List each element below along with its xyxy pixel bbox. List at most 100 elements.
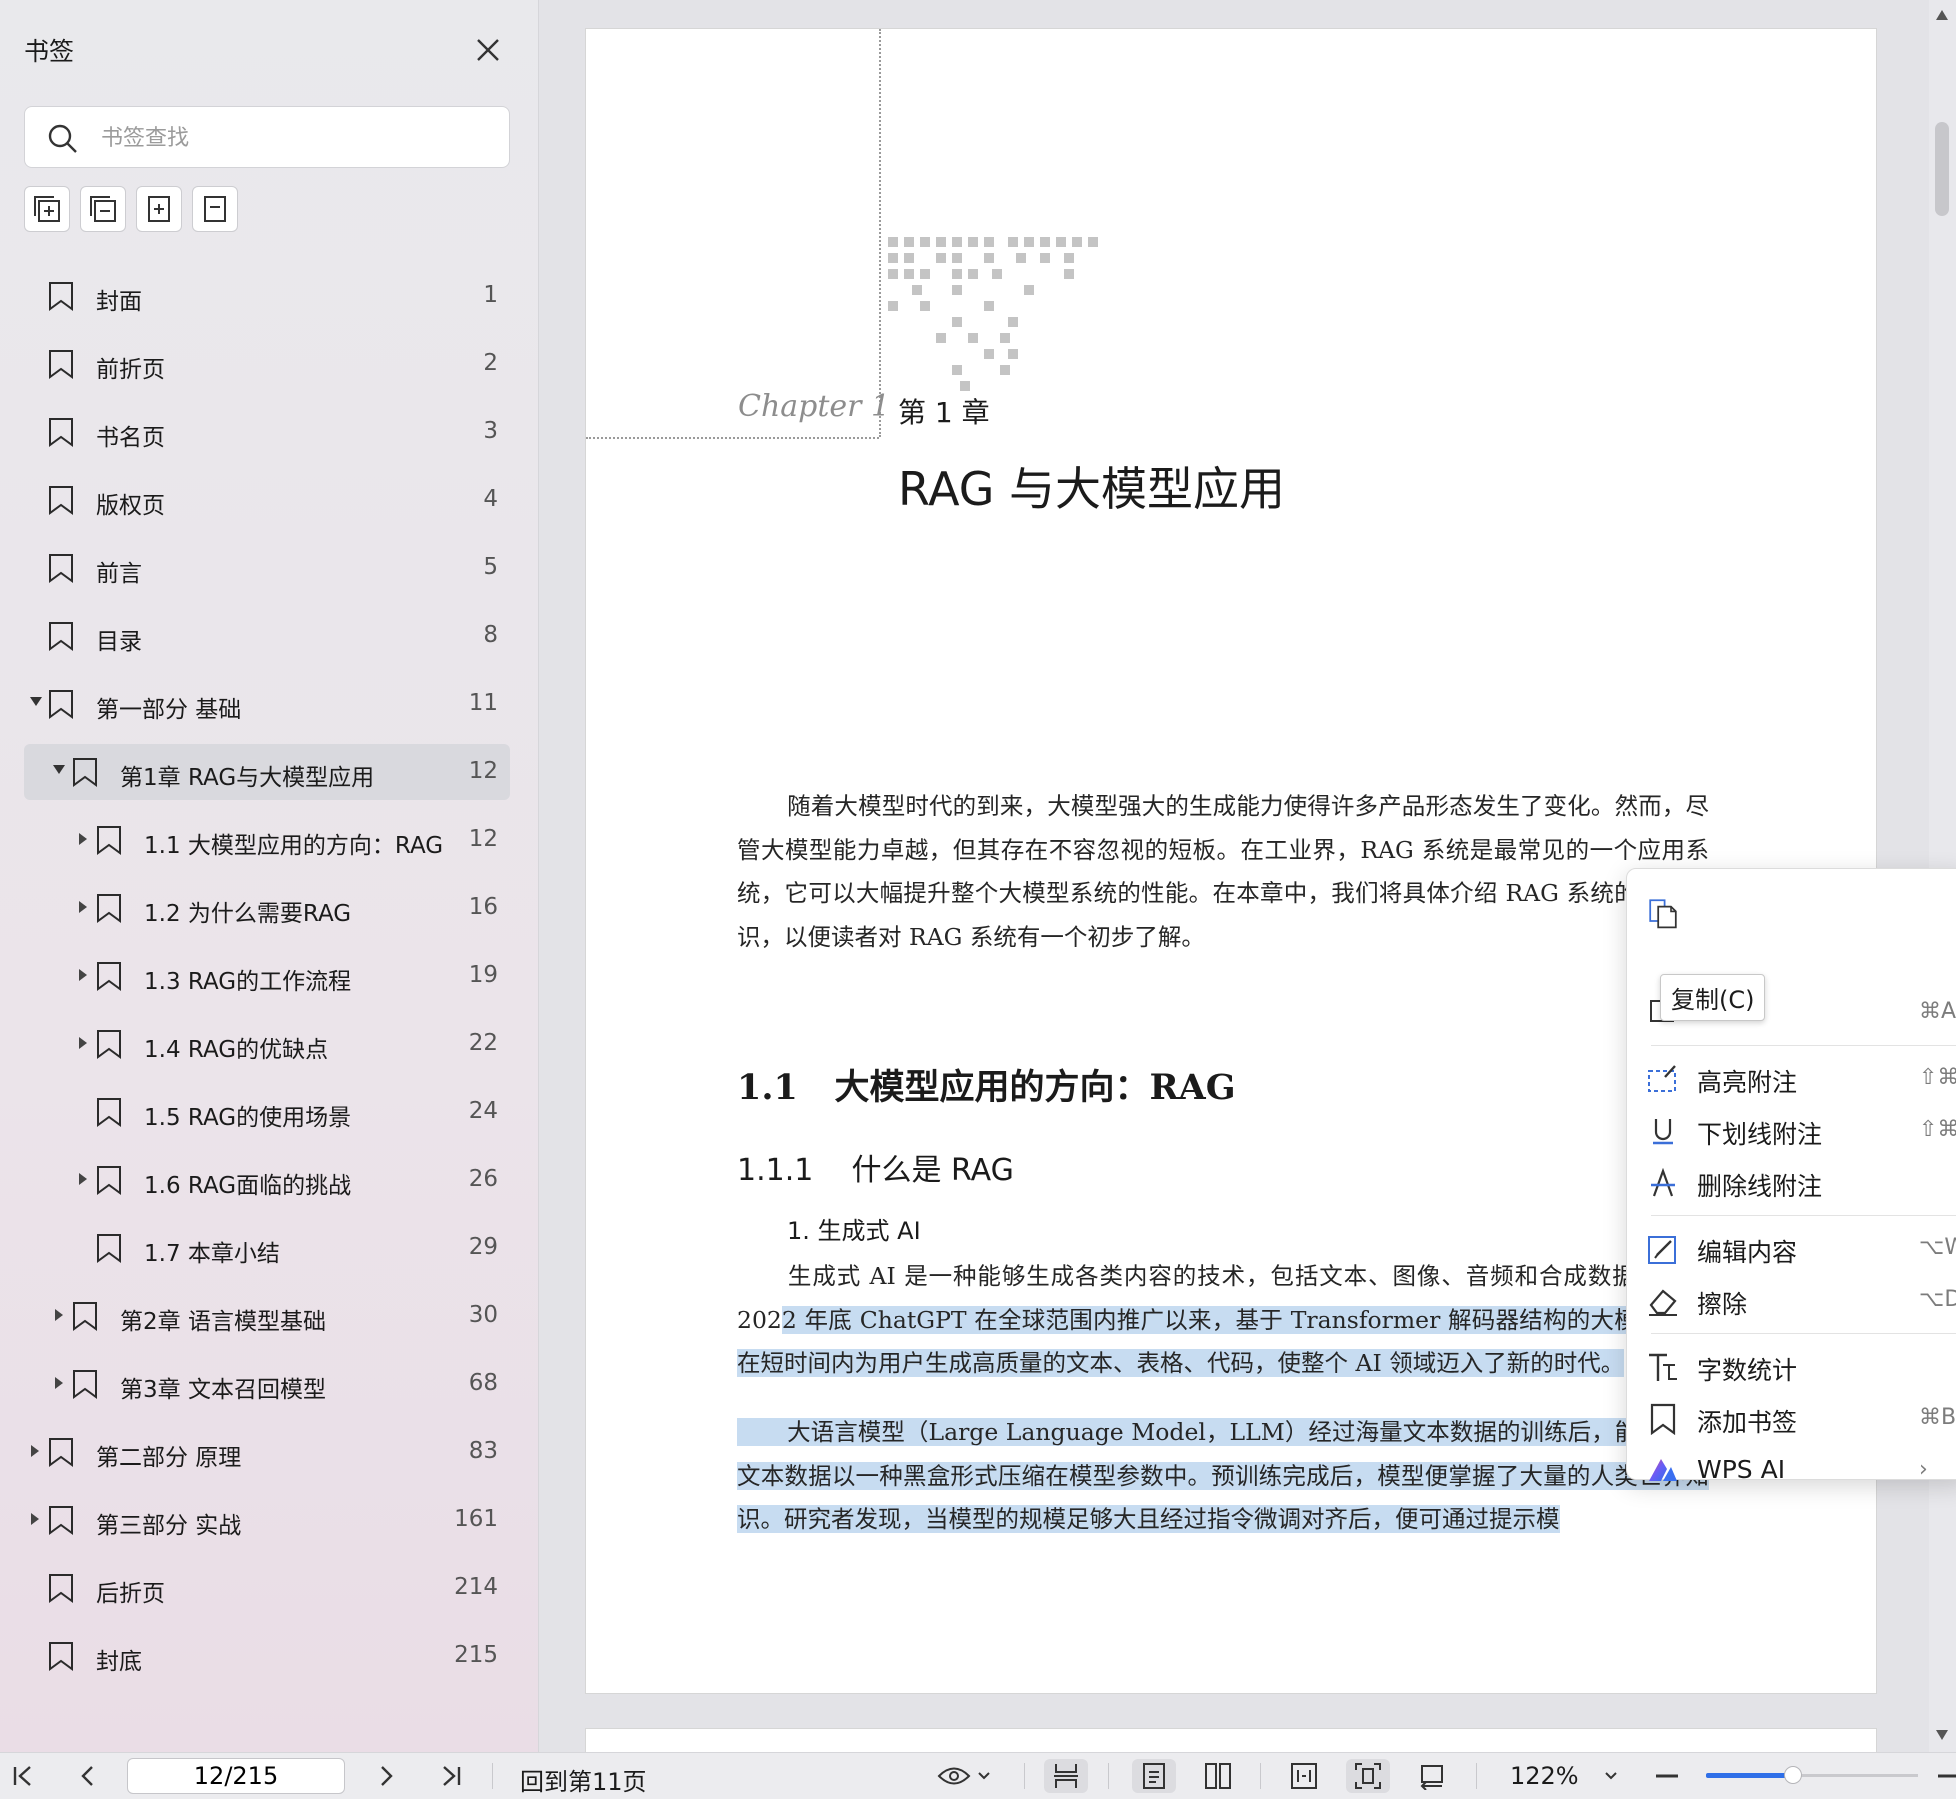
bookmark-label: 1.2 为什么需要RAG	[144, 901, 352, 927]
zoom-level[interactable]: 122%	[1510, 1762, 1579, 1790]
scrollbar-thumb[interactable]	[1935, 122, 1949, 216]
scroll-up-arrow-icon[interactable]	[1936, 10, 1948, 20]
bookmark-label: 第一部分 基础	[96, 697, 242, 723]
menu-label: 擦除	[1697, 1290, 1748, 1319]
bookmark-item[interactable]: 1.7 本章小结 29	[24, 1220, 510, 1276]
bookmark-item[interactable]: 第3章 文本召回模型 68	[24, 1356, 510, 1412]
bookmark-search[interactable]	[24, 106, 510, 168]
continuous-scroll-button[interactable]	[1044, 1759, 1088, 1793]
zoom-dropdown-button[interactable]	[1598, 1759, 1624, 1793]
single-page-button[interactable]	[1132, 1759, 1176, 1793]
first-page-button[interactable]	[6, 1759, 40, 1793]
expand-caret-icon[interactable]	[79, 969, 87, 981]
bookmark-label: 第1章 RAG与大模型应用	[120, 765, 375, 791]
bookmark-item[interactable]: 第二部分 原理 83	[24, 1424, 510, 1480]
bookmark-item[interactable]: 目录 8	[24, 608, 510, 664]
bookmark-item[interactable]: 1.5 RAG的使用场景 24	[24, 1084, 510, 1140]
menu-item-edit-content[interactable]: 编辑内容 ⌥W	[1627, 1223, 1956, 1275]
expand-caret-icon[interactable]	[55, 1377, 63, 1389]
zoom-slider-knob[interactable]	[1783, 1766, 1802, 1784]
menu-separator	[1651, 1045, 1956, 1046]
bookmark-item[interactable]: 第2章 语言模型基础 30	[24, 1288, 510, 1344]
bookmark-item[interactable]: 后折页 214	[24, 1560, 510, 1616]
menu-item-add-bookmark[interactable]: 添加书签 ⌘B	[1627, 1393, 1956, 1445]
bookmark-item[interactable]: 书名页 3	[24, 404, 510, 460]
last-page-button[interactable]	[434, 1759, 468, 1793]
bookmark-page: 2	[483, 350, 498, 376]
menu-label: 高亮附注	[1697, 1068, 1798, 1097]
menu-item-wps-ai[interactable]: WPS AI ›	[1627, 1445, 1956, 1489]
collapse-all-button[interactable]	[80, 186, 126, 232]
rotate-page-button[interactable]	[1410, 1759, 1454, 1793]
bookmark-item[interactable]: 1.6 RAG面临的挑战 26	[24, 1152, 510, 1208]
zoom-out-button[interactable]	[1650, 1759, 1684, 1793]
remove-bookmark-button[interactable]	[192, 186, 238, 232]
bookmark-item[interactable]: 封底 215	[24, 1628, 510, 1684]
bookmark-item[interactable]: 1.3 RAG的工作流程 19	[24, 948, 510, 1004]
bookmark-item[interactable]: 封面 1	[24, 268, 510, 324]
context-menu: ⌘A 高亮附注 ⇧⌘H 下划线附注 ⇧⌘5 删除线附注 编辑内容 ⌥W 擦除	[1626, 868, 1956, 1484]
expand-caret-icon[interactable]	[31, 1513, 39, 1525]
bookmark-outline-icon	[204, 196, 226, 222]
menu-item-copy-format[interactable]	[1627, 887, 1956, 939]
rotate-icon	[1420, 1765, 1443, 1790]
bookmark-page: 22	[468, 1030, 498, 1056]
bookmark-item[interactable]: 版权页 4	[24, 472, 510, 528]
collapse-caret-icon[interactable]	[53, 765, 65, 774]
fit-page-button[interactable]	[1346, 1759, 1390, 1793]
bookmark-item[interactable]: 1.4 RAG的优缺点 22	[24, 1016, 510, 1072]
menu-item-highlight-note[interactable]: 高亮附注 ⇧⌘H	[1627, 1053, 1956, 1105]
bookmark-label: 封面	[96, 289, 142, 315]
bookmark-item[interactable]: 第一部分 基础 11	[24, 676, 510, 732]
two-page-button[interactable]	[1196, 1759, 1240, 1793]
bookmark-icon	[97, 1030, 121, 1059]
selected-text[interactable]: 大语言模型（Large Language Model，LLM）经过海量文本数据的…	[737, 1418, 1709, 1533]
fit-width-button[interactable]	[1282, 1759, 1326, 1793]
close-sidebar-button[interactable]	[470, 32, 506, 68]
expand-caret-icon[interactable]	[79, 833, 87, 845]
chevron-down-icon	[1605, 1772, 1617, 1780]
expand-caret-icon[interactable]	[79, 1037, 87, 1049]
zoom-in-button[interactable]	[1938, 1759, 1956, 1793]
bookmark-label: 封底	[96, 1649, 142, 1675]
bookmark-item[interactable]: 前折页 2	[24, 336, 510, 392]
bookmark-icon	[49, 554, 73, 583]
view-mode-button[interactable]	[934, 1759, 994, 1793]
expand-caret-icon[interactable]	[31, 1445, 39, 1457]
menu-item-underline-note[interactable]: 下划线附注 ⇧⌘5	[1627, 1105, 1956, 1157]
two-page-icon	[1205, 1763, 1231, 1789]
back-to-page-link[interactable]: 回到第11页	[520, 1762, 647, 1797]
submenu-arrow: ›	[1919, 1457, 1928, 1482]
menu-shortcut: ⌘A	[1919, 999, 1956, 1024]
expand-caret-icon[interactable]	[79, 901, 87, 913]
menu-shortcut: ⇧⌘H	[1919, 1065, 1956, 1090]
toolbar-divider	[1260, 1763, 1261, 1789]
paragraph-llm: 大语言模型（Large Language Model，LLM）经过海量文本数据的…	[737, 1411, 1709, 1542]
collapse-caret-icon[interactable]	[30, 697, 42, 706]
page-number-input[interactable]	[127, 1758, 345, 1794]
bookmark-item[interactable]: 前言 5	[24, 540, 510, 596]
menu-separator	[1651, 1333, 1956, 1334]
next-page-button[interactable]	[370, 1759, 404, 1793]
scroll-down-arrow-icon[interactable]	[1936, 1730, 1948, 1740]
bookmark-item[interactable]: 1.2 为什么需要RAG 16	[24, 880, 510, 936]
menu-item-word-count[interactable]: 字数统计	[1627, 1341, 1956, 1393]
bookmark-page: 215	[454, 1642, 498, 1668]
add-bookmark-button[interactable]	[136, 186, 182, 232]
bookmark-item[interactable]: 第三部分 实战 161	[24, 1492, 510, 1548]
bookmark-search-input[interactable]	[99, 117, 493, 159]
expand-caret-icon[interactable]	[79, 1173, 87, 1185]
section-title: 大模型应用的方向：RAG	[834, 1067, 1236, 1108]
expand-all-button[interactable]	[24, 186, 70, 232]
bookmark-page: 4	[483, 486, 498, 512]
previous-page-button[interactable]	[70, 1759, 104, 1793]
menu-item-erase[interactable]: 擦除 ⌥D	[1627, 1275, 1956, 1327]
bookmark-item-selected[interactable]: 第1章 RAG与大模型应用 12	[24, 744, 510, 800]
selected-text[interactable]: 2 年底 ChatGPT 在全球范围内推广以来，基于 Transformer 解…	[737, 1305, 1709, 1377]
bookmark-label: 书名页	[96, 425, 165, 451]
section-number: 1.1	[737, 1067, 798, 1108]
toolbar-divider	[1108, 1763, 1109, 1789]
bookmark-item[interactable]: 1.1 大模型应用的方向：RAG 12	[24, 812, 510, 868]
menu-item-strikethrough-note[interactable]: 删除线附注	[1627, 1157, 1956, 1209]
expand-caret-icon[interactable]	[55, 1309, 63, 1321]
